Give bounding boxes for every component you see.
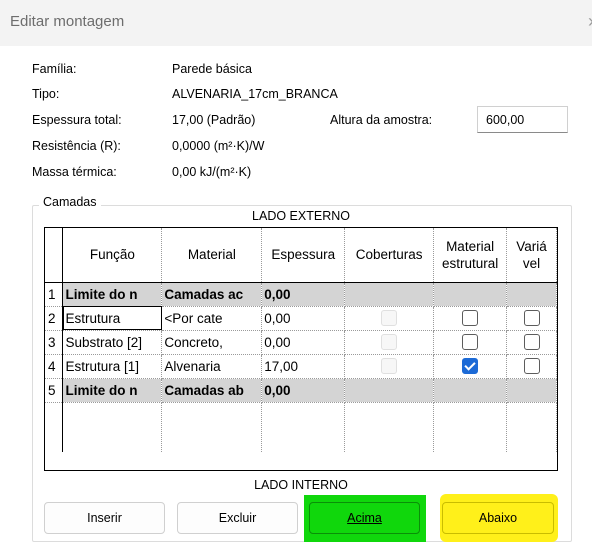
table-row[interactable]: 3 Substrato [2] Concreto, 0,00: [45, 330, 557, 355]
empty-cell: [433, 402, 508, 452]
structural-cell: [433, 282, 508, 307]
variable-cell[interactable]: [506, 306, 557, 331]
wraps-checkbox: [381, 334, 398, 351]
material-cell[interactable]: Alvenaria: [161, 354, 263, 379]
variable-checkbox[interactable]: [523, 310, 540, 327]
table-row[interactable]: 2 Estrutura <Por cate 0,00: [45, 306, 557, 331]
empty-cell: [161, 402, 263, 452]
column-header-thickness[interactable]: Espessura: [261, 228, 346, 283]
empty-cell: [344, 402, 435, 452]
thickness-cell[interactable]: 0,00: [261, 330, 346, 355]
wraps-cell: [344, 378, 435, 403]
function-cell[interactable]: Limite do n: [62, 282, 163, 307]
variable-cell[interactable]: [506, 330, 557, 355]
wraps-cell: [344, 282, 435, 307]
column-header-number: [45, 228, 64, 283]
resistance-label: Resistência (R):: [32, 139, 121, 153]
move-up-button[interactable]: Acima: [309, 502, 420, 534]
structural-checkbox[interactable]: [462, 358, 479, 375]
function-cell[interactable]: Estrutura [1]: [62, 354, 163, 379]
close-icon[interactable]: ›: [588, 11, 592, 32]
wraps-cell: [344, 354, 435, 379]
thickness-cell[interactable]: 0,00: [261, 378, 346, 403]
variable-checkbox[interactable]: [523, 358, 540, 375]
table-row[interactable]: 4 Estrutura [1] Alvenaria 17,00: [45, 354, 557, 379]
move-up-button-label: Acima: [347, 511, 382, 525]
empty-row: [45, 402, 557, 452]
row-number[interactable]: 5: [45, 378, 64, 403]
material-cell[interactable]: Concreto,: [161, 330, 263, 355]
exterior-side-label: LADO EXTERNO: [252, 209, 350, 223]
insert-button-label: Inserir: [87, 511, 122, 525]
row-number[interactable]: 1: [45, 282, 64, 307]
type-value: ALVENARIA_17cm_BRANCA: [172, 87, 338, 101]
row-number[interactable]: 4: [45, 354, 64, 379]
table-row[interactable]: 5 Limite do n Camadas ab 0,00: [45, 378, 557, 403]
table-row[interactable]: 1 Limite do n Camadas ac 0,00: [45, 282, 557, 307]
function-cell[interactable]: Substrato [2]: [62, 330, 163, 355]
delete-button[interactable]: Excluir: [177, 502, 298, 534]
thickness-value: 17,00 (Padrão): [172, 113, 256, 127]
thickness-cell[interactable]: 17,00: [261, 354, 346, 379]
row-number[interactable]: 3: [45, 330, 64, 355]
move-down-button-label: Abaixo: [478, 511, 518, 525]
thickness-cell[interactable]: 0,00: [261, 306, 346, 331]
wraps-cell: [344, 330, 435, 355]
function-cell[interactable]: Estrutura: [62, 306, 163, 331]
structural-checkbox[interactable]: [462, 334, 479, 351]
wraps-cell: [344, 306, 435, 331]
column-header-wraps[interactable]: Coberturas: [344, 228, 435, 283]
column-header-variable[interactable]: Variá vel: [506, 228, 557, 283]
delete-button-label: Excluir: [218, 511, 257, 525]
row-number[interactable]: 2: [45, 306, 64, 331]
row-number: [45, 402, 64, 452]
layers-table[interactable]: Função Material Espessura Coberturas Mat…: [44, 227, 558, 471]
move-down-button[interactable]: Abaixo: [442, 502, 554, 534]
family-label: Família:: [32, 62, 77, 76]
wraps-checkbox: [381, 358, 398, 375]
title-bar: Editar montagem ›: [0, 0, 592, 46]
variable-cell: [506, 282, 557, 307]
material-cell[interactable]: <Por cate: [161, 306, 263, 331]
window-title: Editar montagem: [10, 13, 125, 30]
insert-button[interactable]: Inserir: [44, 502, 165, 534]
thickness-cell[interactable]: 0,00: [261, 282, 346, 307]
thickness-label: Espessura total:: [32, 113, 122, 127]
structural-cell[interactable]: [433, 306, 508, 331]
function-cell[interactable]: Limite do n: [62, 378, 163, 403]
sample-height-label: Altura da amostra:: [330, 113, 433, 127]
sample-height-input[interactable]: [477, 106, 568, 133]
thermal-mass-value: 0,00 kJ/(m²·K): [172, 165, 252, 179]
column-header-material[interactable]: Material: [161, 228, 263, 283]
empty-cell: [261, 402, 346, 452]
empty-cell: [506, 402, 557, 452]
structural-cell: [433, 378, 508, 403]
table-header-row: Função Material Espessura Coberturas Mat…: [45, 228, 557, 283]
column-header-function[interactable]: Função: [62, 228, 163, 283]
structural-checkbox[interactable]: [462, 310, 479, 327]
type-label: Tipo:: [32, 87, 60, 101]
structural-cell[interactable]: [433, 354, 508, 379]
family-value: Parede básica: [172, 62, 252, 76]
material-cell[interactable]: Camadas ac: [161, 282, 263, 307]
empty-cell: [62, 402, 163, 452]
material-cell[interactable]: Camadas ab: [161, 378, 263, 403]
layers-group-title: Camadas: [39, 195, 101, 209]
variable-checkbox[interactable]: [523, 334, 540, 351]
wraps-checkbox: [381, 310, 398, 327]
variable-cell: [506, 378, 557, 403]
resistance-value: 0,0000 (m²·K)/W: [172, 139, 265, 153]
thermal-mass-label: Massa térmica:: [32, 165, 117, 179]
variable-cell[interactable]: [506, 354, 557, 379]
structural-cell[interactable]: [433, 330, 508, 355]
interior-side-label: LADO INTERNO: [254, 478, 348, 492]
column-header-structural-material[interactable]: Material estrutural: [433, 228, 508, 283]
